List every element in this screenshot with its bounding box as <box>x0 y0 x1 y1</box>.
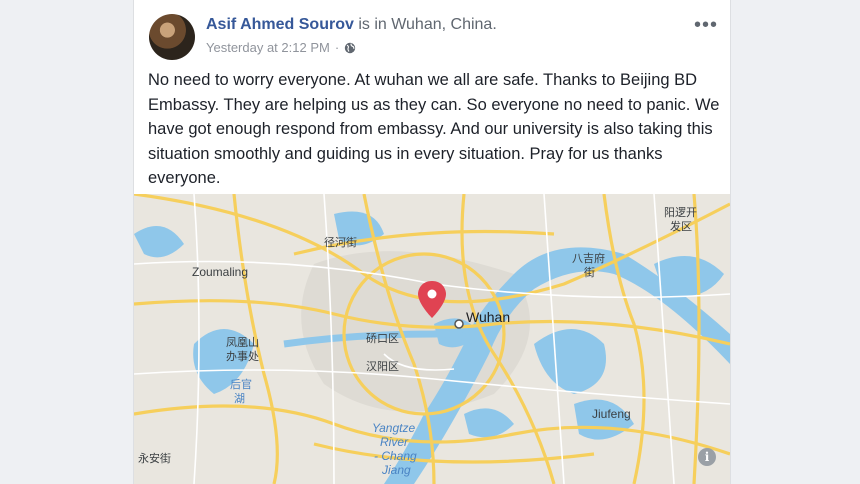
label-wuhan: Wuhan <box>466 309 510 325</box>
label-yangtze-3: - Chang <box>374 449 417 463</box>
post-text: No need to worry everyone. At wuhan we a… <box>148 71 720 187</box>
label-jiufeng: Jiufeng <box>592 407 631 421</box>
label-hou-1: 后官 <box>230 377 252 391</box>
globe-icon[interactable] <box>344 42 356 54</box>
map-info-icon[interactable]: i <box>698 448 716 466</box>
label-fenghuang-2: 办事处 <box>226 350 259 363</box>
avatar[interactable] <box>149 14 195 60</box>
author-line: Asif Ahmed Sourov is in Wuhan, China. <box>206 16 497 34</box>
label-fenghuang-1: 凤凰山 <box>226 336 259 349</box>
label-qiaokou: 硚口区 <box>366 332 399 345</box>
label-jinghe: 径河街 <box>324 235 357 249</box>
more-options-button[interactable]: ••• <box>694 14 718 37</box>
label-yangtze-2: River <box>380 435 409 449</box>
location-map[interactable]: 径河街 Zoumaling 硚口区 汉阳区 凤凰山 办事处 后官 湖 阳逻开 发… <box>134 194 730 484</box>
label-yangtze-1: Yangtze <box>372 421 415 435</box>
label-yangtze-4: Jiang <box>381 463 411 477</box>
label-hou-2: 湖 <box>234 392 245 405</box>
label-bajixiang-2: 街 <box>584 265 595 279</box>
location-prefix: is in <box>353 16 392 33</box>
meta-separator: · <box>334 40 340 55</box>
label-yangluo-2: 发区 <box>670 219 692 233</box>
author-name[interactable]: Asif Ahmed Sourov <box>206 16 354 33</box>
label-hanyang: 汉阳区 <box>366 360 399 373</box>
city-dot-icon <box>454 319 464 329</box>
post-meta: Yesterday at 2:12 PM · <box>206 40 356 55</box>
label-yongan: 永安街 <box>138 451 171 465</box>
label-zoumaling: Zoumaling <box>192 265 248 279</box>
label-bajixiang-1: 八吉府 <box>572 251 605 265</box>
label-yangluo-1: 阳逻开 <box>664 206 697 219</box>
post-card: Asif Ahmed Sourov is in Wuhan, China. Ye… <box>133 0 731 484</box>
post-timestamp[interactable]: Yesterday at 2:12 PM <box>206 40 330 55</box>
map-canvas: 径河街 Zoumaling 硚口区 汉阳区 凤凰山 办事处 后官 湖 阳逻开 发… <box>134 194 730 484</box>
post-header: Asif Ahmed Sourov is in Wuhan, China. Ye… <box>134 0 730 60</box>
location-link[interactable]: Wuhan, China. <box>391 16 497 33</box>
